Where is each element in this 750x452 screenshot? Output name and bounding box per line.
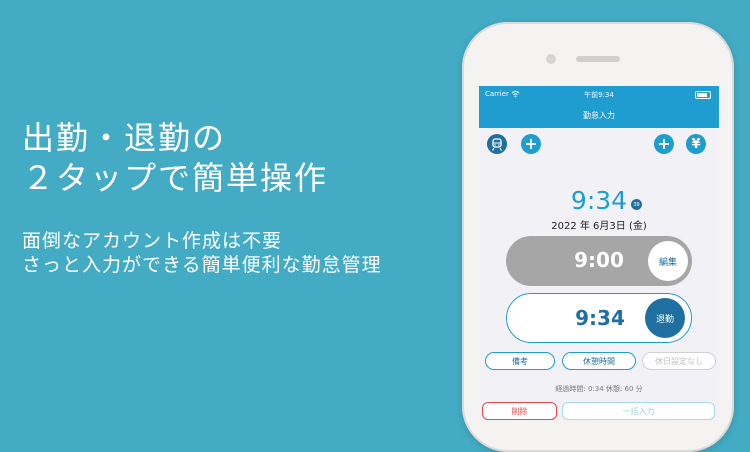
train-button[interactable] xyxy=(487,134,507,154)
delete-button[interactable]: 削除 xyxy=(482,402,557,420)
yen-button[interactable]: ¥ xyxy=(686,134,706,154)
train-icon xyxy=(491,137,503,151)
break-time-button[interactable]: 休憩時間 xyxy=(562,352,636,370)
clock-out-panel: 9:34 退勤 xyxy=(506,293,692,343)
current-date: 2022 年 6月3日 (金) xyxy=(551,221,647,232)
plus-icon: + xyxy=(657,134,671,153)
yen-icon: ¥ xyxy=(691,136,701,152)
memo-button[interactable]: 備考 xyxy=(485,352,555,370)
nav-title: 勤怠入力 xyxy=(583,111,615,120)
seconds-badge: 39 xyxy=(631,199,642,210)
app-screen: Carrier 午前9:34 勤怠入力 + + ¥ 9:34 39 2022 年… xyxy=(479,86,719,422)
clock-out-button[interactable]: 退勤 xyxy=(645,298,685,338)
promo-headline-line-2: ２タップで簡単操作 xyxy=(22,159,329,197)
edit-button[interactable]: 編集 xyxy=(648,241,688,281)
battery-icon xyxy=(695,91,711,99)
promo-headline-line-1: 出勤・退勤の xyxy=(22,119,227,157)
clock-in-panel: 9:00 編集 xyxy=(506,236,692,286)
camera-icon xyxy=(546,54,556,64)
elapsed-summary: 経過時間: 0:34 休憩: 60 分 xyxy=(555,385,643,393)
holiday-setting-button[interactable]: 休日設定なし xyxy=(642,352,716,370)
status-time: 午前9:34 xyxy=(584,91,614,99)
bulk-input-button[interactable]: 一括入力 xyxy=(562,402,715,420)
plus-icon: + xyxy=(524,134,538,153)
promo-headline: 出勤・退勤の ２タップで簡単操作 xyxy=(22,118,328,198)
add-right-button[interactable]: + xyxy=(654,134,674,154)
promo-subline: 面倒なアカウント作成は不要 さっと入力ができる簡単便利な勤怠管理 xyxy=(22,229,382,277)
current-time: 9:34 xyxy=(570,186,628,215)
speaker-grille xyxy=(576,56,620,62)
promo-subline-line-2: さっと入力ができる簡単便利な勤怠管理 xyxy=(22,254,382,276)
navigation-bar: Carrier 午前9:34 勤怠入力 xyxy=(479,86,719,128)
add-left-button[interactable]: + xyxy=(521,134,541,154)
promo-subline-line-1: 面倒なアカウント作成は不要 xyxy=(22,230,283,252)
